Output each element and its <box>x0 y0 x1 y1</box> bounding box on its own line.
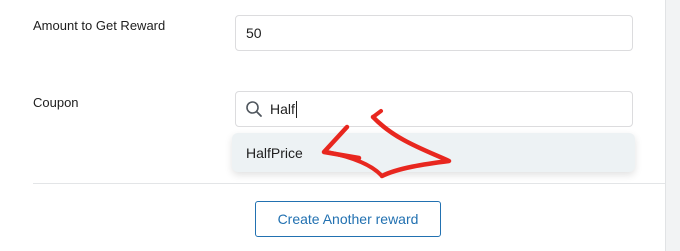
text-caret <box>295 100 297 118</box>
search-icon <box>245 100 263 118</box>
divider <box>33 183 665 184</box>
coupon-search-text: Half <box>270 101 295 117</box>
coupon-option-halfprice[interactable]: HalfPrice <box>246 145 303 161</box>
coupon-label: Coupon <box>33 95 79 110</box>
amount-to-get-reward-label: Amount to Get Reward <box>33 18 166 33</box>
coupon-dropdown: HalfPrice <box>232 133 635 172</box>
coupon-search-input[interactable]: Half <box>235 91 633 127</box>
reward-settings-panel: Amount to Get Reward 50 Coupon Half Half… <box>0 0 666 251</box>
create-another-reward-button[interactable]: Create Another reward <box>255 201 441 237</box>
amount-input[interactable]: 50 <box>235 15 633 51</box>
